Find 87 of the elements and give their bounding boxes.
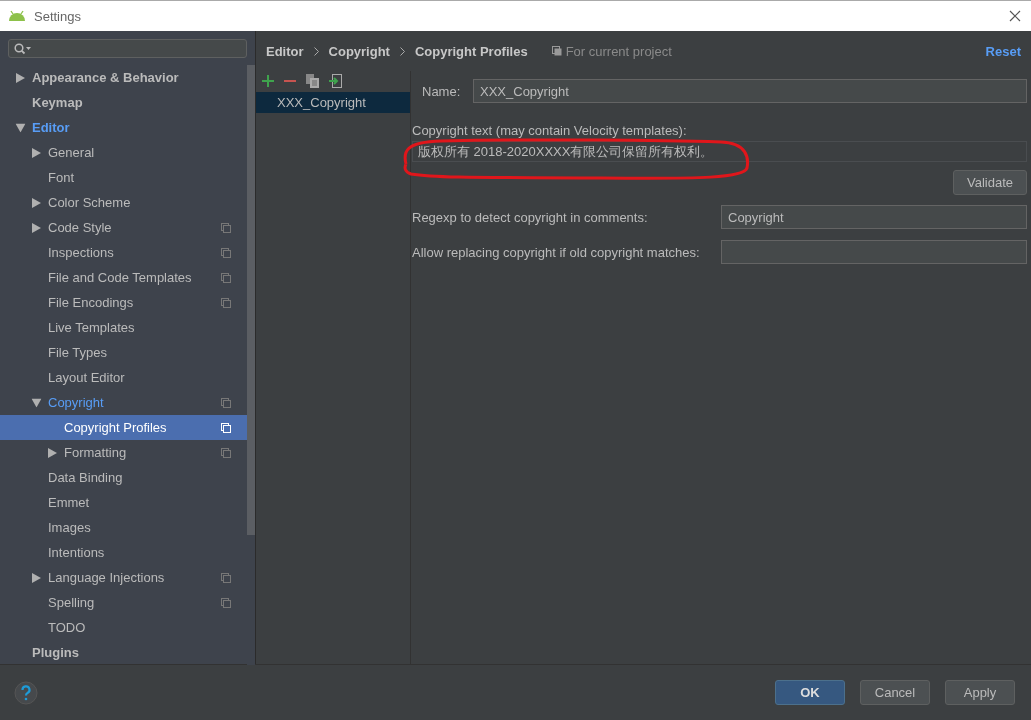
tree-item[interactable]: Live Templates [0,315,247,340]
copy-icon [551,46,562,56]
expand-arrow-icon[interactable] [16,72,25,83]
tree-item-label: Plugins [32,645,80,660]
tree-item[interactable]: Images [0,515,247,540]
expand-arrow-icon[interactable] [32,572,41,583]
expand-arrow-icon[interactable] [32,197,41,208]
tree-item-label: Editor [32,120,71,135]
tree-item-label: Code Style [48,220,113,235]
breadcrumb-item: Editor [266,43,304,59]
chevron-icon [399,46,405,56]
breadcrumb-item: Copyright [328,43,390,59]
tree-item-label: File Encodings [48,295,135,310]
tree-item[interactable]: Editor [0,115,247,140]
tree-item-label: File Types [48,345,108,360]
tree-item-label: Live Templates [48,320,136,335]
validate-button[interactable]: Validate [953,170,1027,195]
help-icon[interactable] [14,680,38,705]
tree-item[interactable]: Keymap [0,90,247,115]
replace-label: Allow replacing copyright if old copyright matches: [412,244,701,260]
name-field[interactable]: XXX_Copyright [473,79,1027,103]
scrollbar[interactable] [247,65,255,665]
window-title: Settings [34,8,82,24]
profile-item[interactable]: XXX_Copyright [256,92,410,113]
tree-item-label: File and Code Templates [48,270,193,285]
expand-arrow-icon[interactable] [31,398,42,407]
tree-item-label: Inspections [48,245,115,260]
tree-item-label: Intentions [48,545,106,560]
tree-item[interactable]: Plugins [0,640,247,665]
tree-item-label: Formatting [64,445,128,460]
tree-item[interactable]: File and Code Templates [0,265,247,290]
tree-item-label: Emmet [48,495,91,510]
tree-item[interactable]: Copyright Profiles [0,415,247,440]
tree-item[interactable]: Font [0,165,247,190]
tree-item-label: Images [48,520,92,535]
regexp-label: Regexp to detect copyright in comments: [412,209,649,225]
import-icon[interactable] [329,74,342,88]
expand-arrow-icon[interactable] [32,222,41,233]
breadcrumb-item: Copyright Profiles [414,43,528,59]
tree-item[interactable]: Copyright [0,390,247,415]
tree-item-label: General [48,145,96,160]
tree-item-label: Layout Editor [48,370,126,385]
tree-item[interactable]: Data Binding [0,465,247,490]
dialog-button[interactable]: Cancel [860,680,930,705]
tree-item[interactable]: File Encodings [0,290,247,315]
close-icon[interactable] [1009,10,1021,22]
chevron-icon [313,46,319,56]
tree-item[interactable]: Color Scheme [0,190,247,215]
tree-item-label: Font [48,170,75,185]
scope-note: For current project [565,43,673,59]
tree-item[interactable]: Formatting [0,440,247,465]
dialog-button[interactable]: OK [775,680,845,705]
search-icon [14,42,32,55]
tree-item-label: Data Binding [48,470,124,485]
tree-item-label: Keymap [32,95,84,110]
tree-item[interactable]: Code Style [0,215,247,240]
expand-arrow-icon[interactable] [15,123,26,132]
tree-item[interactable]: Emmet [0,490,247,515]
tree-item[interactable]: TODO [0,615,247,640]
copyright-text-area[interactable]: 版权所有 2018-2020XXXX有限公司保留所有权利。 [412,141,1027,162]
reset-link[interactable]: Reset [985,43,1021,59]
tree-item-label: Spelling [48,595,96,610]
tree-item[interactable]: Inspections [0,240,247,265]
tree-item-label: Language Injections [48,570,166,585]
regexp-field[interactable]: Copyright [721,205,1027,229]
tree-item-label: Copyright [48,395,105,410]
expand-arrow-icon[interactable] [32,147,41,158]
tree-item[interactable]: General [0,140,247,165]
tree-item[interactable]: Language Injections [0,565,247,590]
tree-item[interactable]: Intentions [0,540,247,565]
tree-item[interactable]: File Types [0,340,247,365]
tree-item[interactable]: Layout Editor [0,365,247,390]
tree-item-label: TODO [48,620,87,635]
tree-item-label: Color Scheme [48,195,132,210]
replace-field[interactable] [721,240,1027,264]
expand-arrow-icon[interactable] [48,447,57,458]
android-icon [8,10,26,22]
tree-item-label: Copyright Profiles [64,420,168,435]
add-icon[interactable] [262,75,274,87]
dialog-button[interactable]: Apply [945,680,1015,705]
tree-item[interactable]: Spelling [0,590,247,615]
copy-icon[interactable] [306,74,319,88]
search-field[interactable] [8,39,247,58]
name-label: Name: [421,83,462,99]
copyright-text-label: Copyright text (may contain Velocity templates): [412,123,688,140]
tree-item-label: Appearance & Behavior [32,70,180,85]
tree-item[interactable]: Appearance & Behavior [0,65,247,90]
